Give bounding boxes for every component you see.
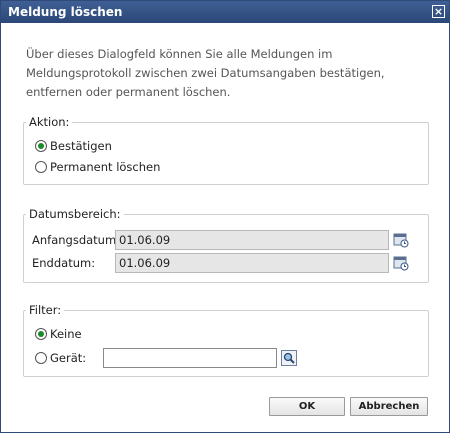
start-date-row: Anfangsdatum: 01.06.09 xyxy=(32,230,409,250)
end-date-label: Enddatum: xyxy=(32,256,96,270)
end-date-row: Enddatum: 01.06.09 xyxy=(32,253,409,273)
radio-acknowledge-label: Bestätigen xyxy=(50,139,112,153)
radio-delete-permanent-label: Permanent löschen xyxy=(50,160,161,174)
date-range-legend: Datumsbereich: xyxy=(29,207,121,221)
cancel-button[interactable]: Abbrechen xyxy=(350,397,428,416)
dialog-description: Über dieses Dialogfeld können Sie alle M… xyxy=(26,47,385,99)
radio-filter-none-label: Keine xyxy=(50,327,82,341)
device-input[interactable] xyxy=(103,348,278,368)
delete-message-dialog: Meldung löschen × Über dieses Dialogfeld… xyxy=(0,0,450,433)
search-icon[interactable] xyxy=(281,350,298,366)
radio-filter-device[interactable]: Gerät: xyxy=(35,348,298,368)
radio-filter-device-button[interactable] xyxy=(35,352,47,364)
filter-legend: Filter: xyxy=(29,303,62,317)
action-legend: Aktion: xyxy=(29,115,70,129)
close-icon[interactable]: × xyxy=(432,5,445,18)
calendar-icon[interactable] xyxy=(393,232,409,248)
radio-delete-permanent-button[interactable] xyxy=(35,161,47,173)
radio-acknowledge-button[interactable] xyxy=(35,140,47,152)
radio-filter-none[interactable]: Keine xyxy=(35,327,82,341)
title-bar: Meldung löschen × xyxy=(1,1,449,23)
radio-filter-none-button[interactable] xyxy=(35,328,47,340)
start-date-field[interactable]: 01.06.09 xyxy=(115,230,389,250)
radio-filter-device-label: Gerät: xyxy=(50,351,87,365)
radio-acknowledge[interactable]: Bestätigen xyxy=(35,139,112,153)
start-date-label: Anfangsdatum: xyxy=(32,233,121,247)
calendar-icon[interactable] xyxy=(393,255,409,271)
radio-delete-permanent[interactable]: Permanent löschen xyxy=(35,160,160,174)
ok-button[interactable]: OK xyxy=(269,397,345,416)
end-date-field[interactable]: 01.06.09 xyxy=(115,253,389,273)
dialog-title: Meldung löschen xyxy=(8,5,123,19)
